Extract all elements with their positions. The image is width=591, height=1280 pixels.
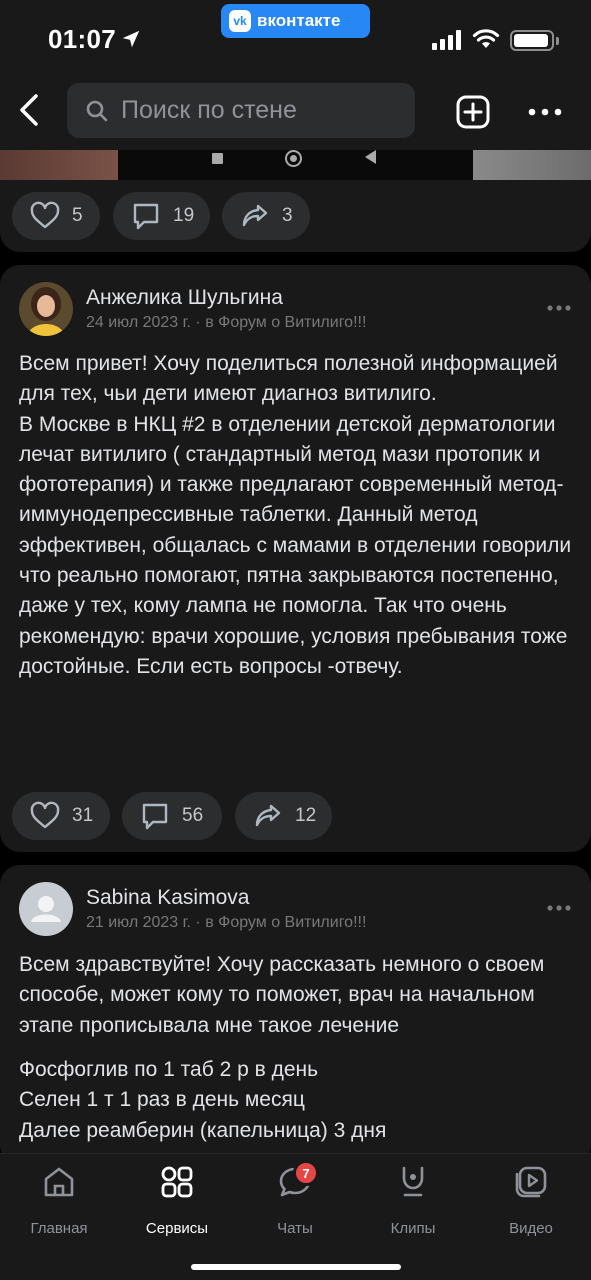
tab-home[interactable]: Главная [4,1164,114,1244]
search-icon [86,100,108,121]
wifi-icon [472,29,500,48]
author-avatar[interactable] [19,882,73,936]
tab-label: Чаты [277,1220,313,1237]
post-date[interactable]: 24 июл 2023 г. [86,314,191,331]
comment-icon [133,203,159,230]
app-return-label: вконтакте [257,11,341,30]
more-options-icon[interactable] [527,106,563,118]
author-avatar[interactable] [19,282,73,336]
like-button[interactable]: 31 [12,792,110,840]
post-location[interactable]: в Форум о Витилиго!!! [205,914,366,931]
post-menu-icon[interactable] [546,304,572,312]
location-arrow-icon [122,30,140,48]
post-text: Всем привет! Хочу поделиться полезной ин… [19,352,572,678]
repost-icon [255,804,281,827]
vk-logo-icon: vk [229,10,251,32]
status-bar: 01:07 vk вконтакте [0,0,591,80]
tab-services[interactable]: Сервисы [122,1164,232,1244]
repost-count: 3 [282,205,293,226]
meta-separator: · [190,314,206,331]
repost-icon [242,204,268,227]
clips-icon [402,1166,424,1197]
wall-search-header: Поиск по стене [0,80,591,150]
cellular-signal-icon [432,30,461,50]
heart-icon [30,201,60,229]
meta-separator: · [190,914,206,931]
app-return-badge[interactable]: vk вконтакте [221,4,370,38]
comment-count: 19 [173,205,195,226]
add-post-icon[interactable] [455,94,491,130]
tab-label: Клипы [390,1220,436,1237]
search-placeholder: Поиск по стене [121,96,297,124]
post-author-name[interactable]: Sabina Kasimova [86,886,249,910]
back-arrow-icon[interactable] [12,90,48,130]
tab-chats[interactable]: 7 Чаты [240,1160,350,1244]
repost-button[interactable]: 3 [222,192,310,240]
repost-count: 12 [295,805,317,826]
tab-video[interactable]: Видео [476,1164,586,1244]
home-indicator[interactable] [191,1264,401,1270]
post-menu-icon[interactable] [546,904,572,912]
post-card: Sabina Kasimova 21 июл 2023 г. · в Форум… [0,865,591,1165]
tab-label: Сервисы [145,1220,209,1237]
post-date[interactable]: 21 июл 2023 г. [86,914,191,931]
tab-clips[interactable]: Клипы [358,1164,468,1244]
video-icon [515,1166,547,1198]
post-text: Всем здравствуйте! Хочу рассказать немно… [19,953,545,1037]
heart-icon [30,801,60,829]
post-text-list: Фосфоглив по 1 таб 2 р в день Селен 1 т … [19,1058,387,1142]
comment-button[interactable]: 56 [122,792,222,840]
post-meta: 21 июл 2023 г. · в Форум о Витилиго!!! [86,914,366,932]
status-time: 01:07 [48,24,116,54]
tab-label: Видео [509,1220,553,1237]
repost-button[interactable]: 12 [235,792,332,840]
bottom-tab-bar: Главная Сервисы 7 Чаты Клипы Видео [0,1153,591,1280]
post-card: Анжелика Шульгина 24 июл 2023 г. · в Фор… [0,265,591,852]
like-button[interactable]: 5 [12,192,100,240]
tab-label: Главная [30,1220,88,1237]
previous-post-card: 5 19 3 [0,150,591,252]
like-count: 31 [72,805,94,826]
wall-search-input[interactable]: Поиск по стене [67,83,415,138]
previous-post-image[interactable] [0,150,591,180]
post-location[interactable]: в Форум о Витилиго!!! [205,314,366,331]
battery-icon [510,30,554,51]
home-icon [44,1167,74,1197]
comment-button[interactable]: 19 [113,192,210,240]
post-meta: 24 июл 2023 г. · в Форум о Витилиго!!! [86,314,366,332]
like-count: 5 [72,205,83,226]
services-icon [161,1166,193,1198]
comment-count: 56 [182,805,204,826]
battery-tip [556,37,559,45]
comment-icon [142,803,168,830]
chats-unread-badge: 7 [293,1160,319,1186]
post-author-name[interactable]: Анжелика Шульгина [86,286,283,310]
